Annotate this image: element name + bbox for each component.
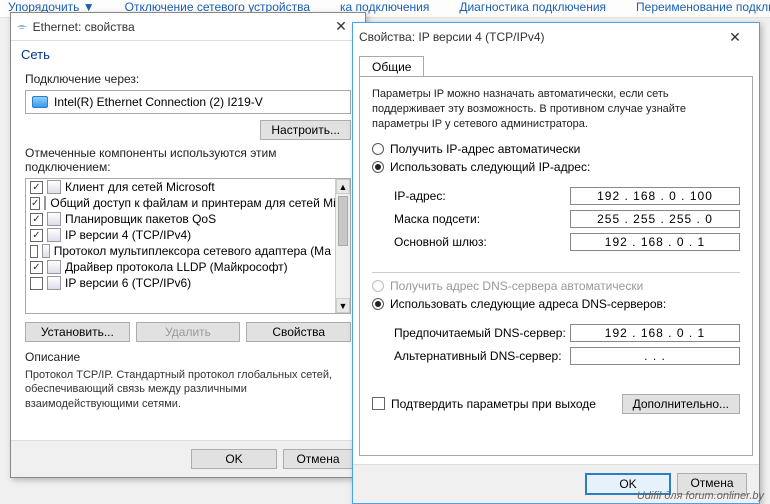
- component-label: Клиент для сетей Microsoft: [65, 180, 215, 194]
- component-label: IP версии 6 (TCP/IPv6): [65, 276, 191, 290]
- alternate-dns-input[interactable]: . . .: [570, 347, 740, 365]
- option-manual-dns[interactable]: Использовать следующие адреса DNS-сервер…: [372, 297, 740, 311]
- checkbox-icon[interactable]: [30, 245, 38, 258]
- preferred-dns-input[interactable]: 192 . 168 . 0 . 1: [570, 324, 740, 342]
- option-label: Получить IP-адрес автоматически: [390, 142, 580, 156]
- connect-via-label: Подключение через:: [25, 72, 351, 86]
- list-item[interactable]: ✓ Клиент для сетей Microsoft: [26, 179, 335, 195]
- titlebar[interactable]: Свойства: IP версии 4 (TCP/IPv4) ✕: [353, 23, 759, 51]
- window-title: Ethernet: свойства: [33, 20, 135, 34]
- component-icon: [47, 180, 61, 194]
- list-item[interactable]: ✓ IP версии 4 (TCP/IPv4): [26, 227, 335, 243]
- close-icon[interactable]: ✕: [717, 29, 753, 46]
- component-label: Общий доступ к файлам и принтерам для се…: [50, 196, 335, 210]
- option-label: Использовать следующие адреса DNS-сервер…: [390, 297, 666, 311]
- radio-icon: [372, 161, 384, 173]
- ipv4-properties-dialog: Свойства: IP версии 4 (TCP/IPv4) ✕ Общие…: [352, 22, 760, 504]
- separator: [372, 272, 740, 273]
- adapter-name: Intel(R) Ethernet Connection (2) I219-V: [54, 95, 263, 109]
- list-item[interactable]: Протокол мультиплексора сетевого адаптер…: [26, 243, 335, 259]
- preferred-dns-label: Предпочитаемый DNS-сервер:: [394, 326, 566, 340]
- checkbox-icon[interactable]: [30, 277, 43, 290]
- tab-body: Параметры IP можно назначать автоматичес…: [359, 76, 753, 456]
- titlebar[interactable]: ⌯ Ethernet: свойства ✕: [11, 13, 365, 41]
- gateway-input[interactable]: 192 . 168 . 0 . 1: [570, 233, 740, 251]
- checkbox-icon[interactable]: ✓: [30, 181, 43, 194]
- install-button[interactable]: Установить...: [25, 322, 130, 342]
- tab-strip: Общие: [353, 51, 759, 76]
- toolbar-item[interactable]: Переименование подключения: [636, 0, 770, 17]
- radio-icon: [372, 298, 384, 310]
- adapter-icon: ⌯: [17, 19, 27, 34]
- components-label: Отмеченные компоненты используются этим …: [25, 146, 351, 174]
- scrollbar[interactable]: ▲ ▼: [335, 179, 350, 313]
- toolbar-item[interactable]: Диагностика подключения: [459, 0, 606, 17]
- scroll-up-icon[interactable]: ▲: [336, 179, 350, 194]
- component-icon: [47, 212, 61, 226]
- subnet-mask-label: Маска подсети:: [394, 212, 480, 226]
- component-icon: [47, 276, 61, 290]
- option-auto-ip[interactable]: Получить IP-адрес автоматически: [372, 142, 740, 156]
- option-manual-ip[interactable]: Использовать следующий IP-адрес:: [372, 160, 740, 174]
- checkbox-icon: [372, 397, 385, 410]
- component-icon: [44, 196, 46, 210]
- option-label: Получить адрес DNS-сервера автоматически: [390, 279, 643, 293]
- ip-address-input[interactable]: 192 . 168 . 0 . 100: [570, 187, 740, 205]
- section-header: Сеть: [11, 41, 365, 66]
- ip-address-label: IP-адрес:: [394, 189, 446, 203]
- ethernet-properties-dialog: ⌯ Ethernet: свойства ✕ Сеть Подключение …: [10, 12, 366, 478]
- list-item[interactable]: ✓ Драйвер протокола LLDP (Майкрософт): [26, 259, 335, 275]
- component-icon: [47, 228, 61, 242]
- description-header: Описание: [25, 350, 351, 364]
- component-icon: [47, 260, 61, 274]
- uninstall-button[interactable]: Удалить: [136, 322, 241, 342]
- radio-icon: [372, 280, 384, 292]
- watermark: Udifil для forum.onliner.by: [637, 490, 764, 502]
- checkbox-icon[interactable]: ✓: [30, 229, 43, 242]
- option-label: Использовать следующий IP-адрес:: [390, 160, 590, 174]
- description-text: Протокол TCP/IP. Стандартный протокол гл…: [25, 368, 351, 411]
- window-title: Свойства: IP версии 4 (TCP/IPv4): [359, 30, 545, 44]
- scroll-down-icon[interactable]: ▼: [336, 298, 350, 313]
- intro-text: Параметры IP можно назначать автоматичес…: [372, 87, 740, 132]
- checkbox-icon[interactable]: ✓: [30, 197, 40, 210]
- component-label: Драйвер протокола LLDP (Майкрософт): [65, 260, 288, 274]
- gateway-label: Основной шлюз:: [394, 235, 487, 249]
- configure-button[interactable]: Настроить...: [260, 120, 351, 140]
- subnet-mask-input[interactable]: 255 . 255 . 255 . 0: [570, 210, 740, 228]
- checkbox-icon[interactable]: ✓: [30, 213, 43, 226]
- components-list[interactable]: ✓ Клиент для сетей Microsoft ✓ Общий доступ…: [25, 178, 351, 314]
- validate-checkbox[interactable]: Подтвердить параметры при выходе: [372, 397, 596, 411]
- properties-button[interactable]: Свойства: [246, 322, 351, 342]
- alternate-dns-label: Альтернативный DNS-сервер:: [394, 349, 562, 363]
- option-auto-dns: Получить адрес DNS-сервера автоматически: [372, 279, 740, 293]
- component-icon: [42, 244, 50, 258]
- scroll-thumb[interactable]: [338, 196, 348, 246]
- component-label: Протокол мультиплексора сетевого адаптер…: [54, 244, 331, 258]
- component-label: Планировщик пакетов QoS: [65, 212, 216, 226]
- tab-general[interactable]: Общие: [359, 56, 424, 77]
- checkbox-icon[interactable]: ✓: [30, 261, 43, 274]
- cancel-button[interactable]: Отмена: [283, 449, 353, 469]
- radio-icon: [372, 143, 384, 155]
- adapter-box: Intel(R) Ethernet Connection (2) I219-V: [25, 90, 351, 114]
- list-item[interactable]: ✓ Планировщик пакетов QoS: [26, 211, 335, 227]
- network-adapter-icon: [32, 96, 48, 108]
- component-label: IP версии 4 (TCP/IPv4): [65, 228, 191, 242]
- advanced-button[interactable]: Дополнительно...: [622, 394, 740, 414]
- ok-button[interactable]: OK: [191, 449, 277, 469]
- list-item[interactable]: ✓ Общий доступ к файлам и принтерам для с…: [26, 195, 335, 211]
- list-item[interactable]: IP версии 6 (TCP/IPv6): [26, 275, 335, 291]
- validate-label: Подтвердить параметры при выходе: [391, 397, 596, 411]
